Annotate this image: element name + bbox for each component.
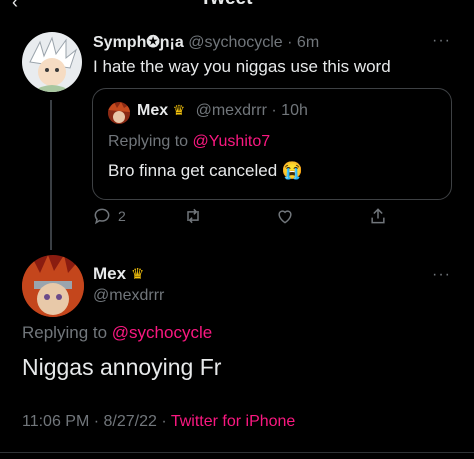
display-name[interactable]: Symph✪ɲ¡a bbox=[93, 34, 184, 51]
replying-prefix: Replying to bbox=[108, 133, 189, 150]
quote-header: Mex ♛ @mexdrrr · 10h bbox=[137, 102, 308, 120]
replying-handle[interactable]: @sychocycle bbox=[112, 323, 212, 342]
source-link[interactable]: Twitter for iPhone bbox=[171, 413, 296, 430]
page-title: Tweet bbox=[200, 0, 252, 10]
retweet-icon bbox=[187, 208, 199, 224]
reply-icon bbox=[94, 208, 110, 225]
crown-icon: ♛ bbox=[172, 102, 186, 118]
back-arrow-icon[interactable]: ‹ bbox=[12, 0, 18, 13]
replying-handle[interactable]: @Yushito7 bbox=[193, 133, 271, 150]
display-name[interactable]: Mex bbox=[93, 264, 126, 283]
reply-button[interactable]: 2 bbox=[92, 206, 126, 226]
more-icon[interactable]: ··· bbox=[432, 32, 451, 50]
heart-icon bbox=[278, 210, 292, 224]
avatar bbox=[108, 102, 130, 124]
replying-prefix: Replying to bbox=[22, 323, 108, 342]
share-button[interactable] bbox=[368, 206, 388, 226]
handle: @mexdrrr bbox=[195, 102, 267, 119]
timestamp[interactable]: 11:06 PM · 8/27/22 · bbox=[22, 413, 167, 430]
like-button[interactable] bbox=[275, 206, 295, 226]
thread-line bbox=[50, 100, 52, 250]
handle[interactable]: @mexdrrr bbox=[93, 287, 164, 305]
share-icon bbox=[371, 208, 385, 224]
avatar[interactable] bbox=[22, 32, 82, 92]
divider bbox=[0, 452, 474, 453]
tweet-text: I hate the way you niggas use this word bbox=[93, 57, 391, 76]
crown-icon: ♛ bbox=[130, 266, 145, 283]
reply-count: 2 bbox=[118, 208, 126, 224]
tweet-meta: 11:06 PM · 8/27/22 · Twitter for iPhone bbox=[22, 413, 295, 431]
more-icon[interactable]: ··· bbox=[432, 266, 451, 284]
display-name: Mex bbox=[137, 102, 169, 119]
avatar[interactable] bbox=[22, 255, 84, 317]
retweet-button[interactable] bbox=[182, 206, 204, 226]
tweet-text: Niggas annoying Fr bbox=[22, 354, 222, 380]
handle[interactable]: @sychocycle bbox=[188, 34, 283, 51]
timestamp: · 10h bbox=[271, 102, 308, 119]
quote-text: Bro finna get canceled 😭 bbox=[108, 161, 304, 180]
timestamp[interactable]: · 6m bbox=[287, 34, 319, 51]
replying-to: Replying to @Yushito7 bbox=[108, 133, 270, 151]
replying-to: Replying to @sychocycle bbox=[22, 323, 212, 343]
tweet1-header: Symph✪ɲ¡a @sychocycle · 6m bbox=[93, 32, 319, 52]
tweet2-name: Mex ♛ bbox=[93, 264, 144, 284]
